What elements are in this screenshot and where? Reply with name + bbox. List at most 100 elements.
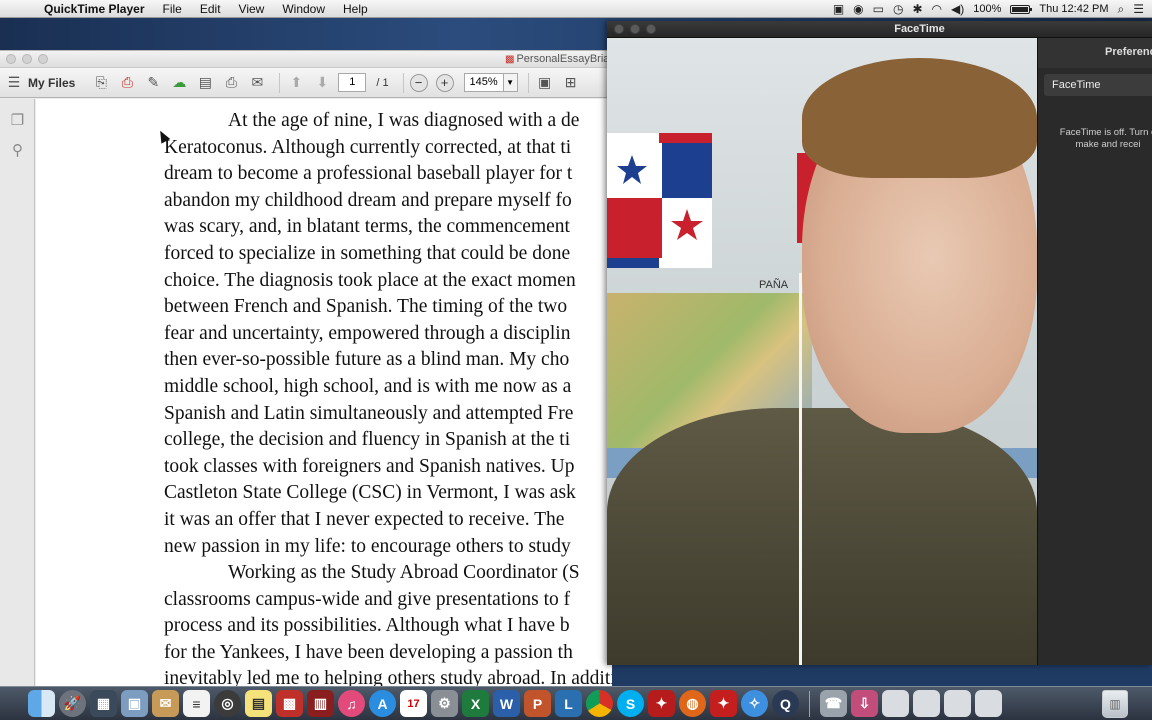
- battery-percent[interactable]: 100%: [973, 3, 1001, 15]
- calendar-icon[interactable]: 17: [400, 690, 427, 717]
- facetime-window-title: FaceTime: [894, 23, 945, 35]
- menu-help[interactable]: Help: [334, 0, 377, 18]
- previous-page-icon[interactable]: ⬆: [286, 73, 306, 93]
- volume-icon[interactable]: ◀): [951, 2, 964, 16]
- screen-recording-icon[interactable]: ◉: [853, 2, 863, 16]
- window-2-icon[interactable]: [913, 690, 940, 717]
- powerpoint-icon[interactable]: P: [524, 690, 551, 717]
- battery-icon[interactable]: [1010, 4, 1033, 14]
- menu-view[interactable]: View: [230, 0, 274, 18]
- lync-icon[interactable]: L: [555, 690, 582, 717]
- upload-icon[interactable]: ☁: [169, 73, 189, 93]
- finder-icon[interactable]: [28, 690, 55, 717]
- toolbar-divider: [527, 72, 529, 93]
- essay-text: At the age of nine, I was diagnosed with…: [164, 108, 612, 687]
- word-icon[interactable]: W: [493, 690, 520, 717]
- downloads-icon[interactable]: ⇩: [851, 690, 878, 717]
- status-line-2: make and recei: [1075, 139, 1141, 150]
- zoom-window-button[interactable]: [38, 54, 48, 64]
- acrobat-icon[interactable]: ✦: [648, 690, 675, 717]
- menu-edit[interactable]: Edit: [191, 0, 230, 18]
- safari-icon[interactable]: ✧: [741, 690, 768, 717]
- essay-line: middle school, high school, and is with …: [164, 375, 572, 397]
- notification-center-icon[interactable]: ☰: [1133, 2, 1144, 16]
- fit-page-icon[interactable]: ▣: [535, 73, 555, 93]
- pdf-titlebar: ▩ PersonalEssayBria: [0, 51, 612, 68]
- create-pdf-icon[interactable]: ⎘: [91, 73, 111, 93]
- wall-map-label: PAÑA: [759, 279, 789, 291]
- zoom-dropdown-button[interactable]: ▼: [503, 73, 518, 92]
- facetime-status-message: FaceTime is off. Turn o make and recei: [1038, 127, 1152, 151]
- person-hair: [802, 58, 1037, 178]
- pdf-navigation-pane: ❐ ⚲: [0, 99, 35, 687]
- wifi-icon[interactable]: ◠: [932, 2, 942, 16]
- zoom-out-button[interactable]: −: [409, 73, 428, 92]
- attachments-icon[interactable]: ⚲: [0, 141, 35, 159]
- window-1-icon[interactable]: [882, 690, 909, 717]
- essay-line: inevitably led me to helping others stud…: [164, 668, 612, 687]
- menu-file[interactable]: File: [154, 0, 191, 18]
- essay-line: dream to become a professional baseball …: [164, 163, 573, 185]
- pdf-window-title: ▩ PersonalEssayBria: [505, 53, 609, 65]
- menu-bar: QuickTime Player File Edit View Window H…: [0, 0, 1152, 18]
- hamburger-menu-icon[interactable]: ☰: [6, 73, 22, 93]
- bluetooth-icon[interactable]: ✱: [912, 2, 922, 16]
- menu-window[interactable]: Window: [273, 0, 334, 18]
- skype-icon[interactable]: S: [617, 690, 644, 717]
- clock[interactable]: Thu 12:42 PM: [1039, 3, 1108, 15]
- edit-icon[interactable]: ✎: [143, 73, 163, 93]
- facetime-tab[interactable]: FaceTime: [1044, 74, 1152, 96]
- page-number-input[interactable]: 1: [338, 73, 367, 92]
- close-window-button[interactable]: [6, 54, 16, 64]
- next-page-icon[interactable]: ⬇: [312, 73, 332, 93]
- window-4-icon[interactable]: [975, 690, 1002, 717]
- window-3-icon[interactable]: [944, 690, 971, 717]
- export-pdf-icon[interactable]: ⎙: [117, 73, 137, 93]
- facetime-icon[interactable]: ☎: [820, 690, 847, 717]
- pdf-reader-status-icon[interactable]: ▣: [833, 2, 844, 16]
- toolbar-divider: [402, 72, 404, 93]
- essay-line: At the age of nine, I was diagnosed with…: [228, 110, 580, 131]
- notes-icon[interactable]: ▤: [245, 690, 272, 717]
- save-icon[interactable]: ▤: [195, 73, 215, 93]
- excel-icon[interactable]: X: [462, 690, 489, 717]
- firefox-icon[interactable]: ◍: [679, 690, 706, 717]
- zoom-level-input[interactable]: 145%: [463, 73, 504, 92]
- facetime-titlebar: FaceTime: [607, 21, 1152, 38]
- folder-icon[interactable]: ✉: [152, 690, 179, 717]
- essay-line: abandon my childhood dream and prepare m…: [164, 189, 572, 211]
- settings-icon[interactable]: ⚙: [431, 690, 458, 717]
- pdf-title-text: PersonalEssayBria: [516, 53, 610, 65]
- acrobat-reader-icon[interactable]: ✦: [710, 690, 737, 717]
- person-shirt: [607, 408, 1037, 665]
- email-icon[interactable]: ✉: [247, 73, 267, 93]
- screenshot-icon[interactable]: ◎: [214, 690, 241, 717]
- preview-icon[interactable]: ▣: [121, 690, 148, 717]
- trash-icon[interactable]: ▥: [1102, 690, 1128, 718]
- pdf-icon[interactable]: ▩: [276, 690, 303, 717]
- launchpad-icon[interactable]: 🚀: [59, 690, 86, 717]
- photo-booth-icon[interactable]: ▥: [307, 690, 334, 717]
- time-machine-icon[interactable]: ◷: [893, 2, 903, 16]
- essay-line: for the Yankees, I have been developing …: [164, 641, 573, 663]
- fit-width-icon[interactable]: ⊞: [561, 73, 581, 93]
- chrome-icon[interactable]: [586, 690, 613, 717]
- app-store-icon[interactable]: A: [369, 690, 396, 717]
- zoom-in-button[interactable]: +: [435, 73, 454, 92]
- itunes-icon[interactable]: ♫: [338, 690, 365, 717]
- facetime-window: FaceTime PAÑA Preferences FaceTim: [607, 21, 1152, 665]
- mission-control-icon[interactable]: ▦: [90, 690, 117, 717]
- dock: 🚀 ▦ ▣ ✉ ≡ ◎ ▤ ▩ ▥ ♫ A 17 ⚙ X W P L S ✦ ◍…: [0, 686, 1152, 720]
- status-line-1: FaceTime is off. Turn o: [1059, 127, 1152, 138]
- textedit-icon[interactable]: ≡: [183, 690, 210, 717]
- facetime-status-icon[interactable]: ▭: [873, 2, 884, 16]
- print-icon[interactable]: ⎙: [221, 73, 241, 93]
- essay-line: fear and uncertainty, empowered through …: [164, 322, 571, 344]
- page-thumbnails-icon[interactable]: ❐: [0, 111, 35, 129]
- minimize-window-button[interactable]: [22, 54, 32, 64]
- quicktime-icon[interactable]: Q: [772, 690, 799, 717]
- essay-line: it was an offer that I never expected to…: [164, 508, 565, 530]
- my-files-button[interactable]: My Files: [28, 76, 75, 90]
- app-menu[interactable]: QuickTime Player: [40, 0, 154, 18]
- spotlight-search-icon[interactable]: ⌕: [1118, 2, 1125, 17]
